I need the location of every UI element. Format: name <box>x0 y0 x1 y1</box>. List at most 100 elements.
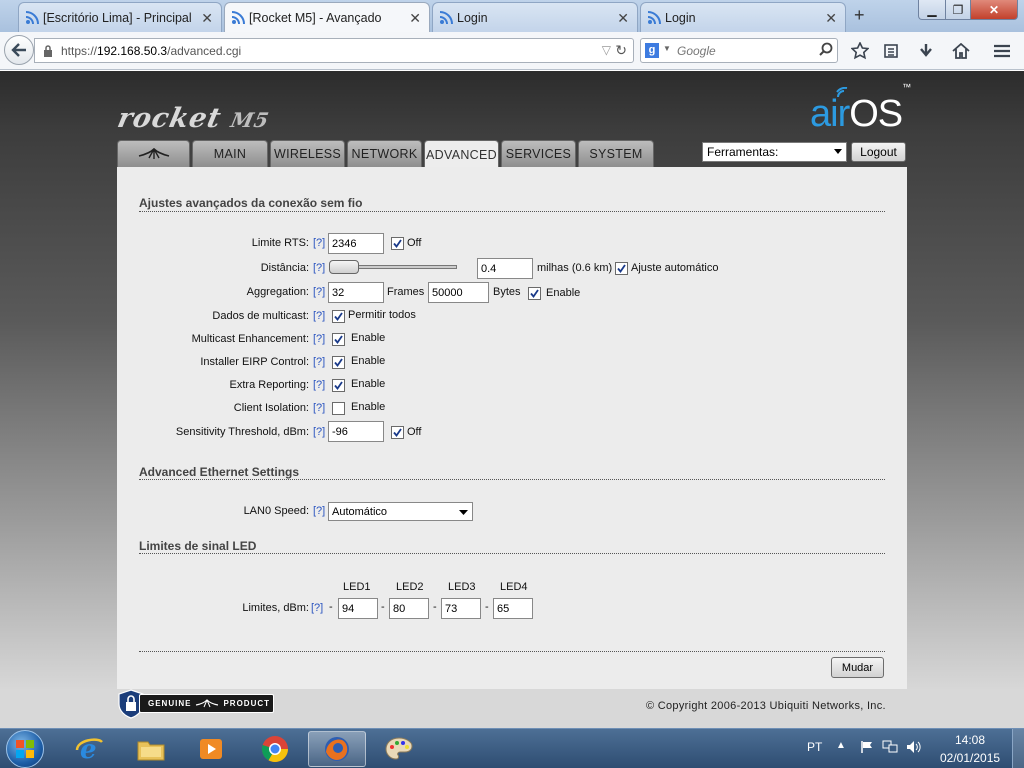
multicast-enhancement-help-link[interactable]: [?] <box>313 333 325 345</box>
airos-logo: airOS™ <box>810 82 911 135</box>
show-desktop-button[interactable] <box>1012 729 1024 768</box>
close-icon[interactable]: ✕ <box>825 10 837 27</box>
aggregation-frames-input[interactable]: 32 <box>328 282 384 303</box>
multicast-data-help-link[interactable]: [?] <box>313 310 325 322</box>
client-isolation-label: Client Isolation: <box>233 402 309 414</box>
tools-select-value: Ferramentas: <box>707 145 779 159</box>
led2-input[interactable]: 80 <box>389 598 429 619</box>
tab-main[interactable]: MAIN <box>192 140 268 167</box>
extra-reporting-label: Extra Reporting: <box>229 379 309 391</box>
content-panel: Ajustes avançados da conexão sem fio Lim… <box>117 167 907 689</box>
taskbar-file-explorer[interactable] <box>122 731 180 767</box>
led3-input[interactable]: 73 <box>441 598 481 619</box>
client-isolation-option: Enable <box>351 401 386 413</box>
url-bar[interactable]: https://192.168.50.3/advanced.cgi ▽ ↻ <box>34 38 634 63</box>
browser-tab-bar: [Escritório Lima] - Principal ✕ [Rocket … <box>0 0 1024 33</box>
language-indicator[interactable]: PT <box>807 740 822 754</box>
clock-date[interactable]: 02/01/2015 <box>940 751 1000 765</box>
flag-icon[interactable] <box>860 740 874 754</box>
tab-services[interactable]: SERVICES <box>501 140 576 167</box>
bookmarks-list-icon[interactable] <box>881 41 901 61</box>
rts-help-link[interactable]: [?] <box>313 237 325 249</box>
clock-time[interactable]: 14:08 <box>955 733 985 747</box>
distance-help-link[interactable]: [?] <box>313 262 325 274</box>
sensitivity-off-checkbox[interactable] <box>391 426 404 439</box>
rts-off-label: Off <box>407 237 422 249</box>
aggregation-help-link[interactable]: [?] <box>313 286 325 298</box>
search-icon[interactable] <box>819 42 833 56</box>
tab-ubnt-home[interactable] <box>117 140 190 167</box>
taskbar-media-player[interactable] <box>182 731 240 767</box>
close-icon[interactable]: ✕ <box>409 10 421 27</box>
taskbar-internet-explorer[interactable]: e <box>60 731 118 767</box>
chrome-icon <box>261 736 289 763</box>
check-icon <box>393 239 402 248</box>
back-button[interactable] <box>4 35 34 65</box>
led4-input[interactable]: 65 <box>493 598 533 619</box>
section-divider <box>139 479 885 480</box>
installer-eirp-checkbox[interactable] <box>332 356 345 369</box>
distance-input[interactable]: 0.4 <box>477 258 533 279</box>
start-button[interactable] <box>6 730 44 768</box>
tab-network[interactable]: NETWORK <box>347 140 422 167</box>
download-icon[interactable] <box>916 41 936 61</box>
lan0-speed-value: Automático <box>332 505 388 518</box>
close-window-icon[interactable]: ✕ <box>970 0 1018 20</box>
logout-button[interactable]: Logout <box>851 142 906 162</box>
led1-input[interactable]: 94 <box>338 598 378 619</box>
airos-page: rocket M5 airOS™ MAIN WIRELESS NETWORK A… <box>0 71 1024 728</box>
aggregation-enable-label: Enable <box>546 287 581 299</box>
installer-eirp-help-link[interactable]: [?] <box>313 356 325 368</box>
lock-icon <box>43 45 53 57</box>
network-icon[interactable] <box>882 740 898 754</box>
extra-reporting-checkbox[interactable] <box>332 379 345 392</box>
auto-adjust-checkbox[interactable] <box>615 262 628 275</box>
new-tab-icon[interactable]: + <box>854 5 865 26</box>
installer-eirp-option: Enable <box>351 355 386 367</box>
check-icon <box>617 264 626 273</box>
home-icon[interactable] <box>951 41 971 61</box>
sensitivity-input[interactable]: -96 <box>328 421 384 442</box>
rss-icon <box>231 11 245 25</box>
apply-button[interactable]: Mudar <box>831 657 884 678</box>
browser-tab-login-1[interactable]: Login ✕ <box>432 2 638 32</box>
tab-advanced[interactable]: ADVANCED <box>424 140 499 168</box>
dropdown-arrow-icon[interactable]: ▽ <box>602 43 611 57</box>
multicast-data-checkbox[interactable] <box>332 310 345 323</box>
menu-icon[interactable] <box>992 41 1012 61</box>
search-input[interactable]: g ▼ Google <box>640 38 838 63</box>
sensitivity-help-link[interactable]: [?] <box>313 426 325 438</box>
rts-input[interactable]: 2346 <box>328 233 384 254</box>
reload-icon[interactable]: ↻ <box>615 42 627 59</box>
browser-tab-principal[interactable]: [Escritório Lima] - Principal ✕ <box>18 2 222 32</box>
lan0-speed-help-link[interactable]: [?] <box>313 505 325 517</box>
rss-icon <box>25 11 39 25</box>
close-icon[interactable]: ✕ <box>201 10 213 27</box>
extra-reporting-help-link[interactable]: [?] <box>313 379 325 391</box>
taskbar-chrome[interactable] <box>246 731 304 767</box>
distance-label: Distância: <box>260 262 309 274</box>
client-isolation-checkbox[interactable] <box>332 402 345 415</box>
tab-wireless[interactable]: WIRELESS <box>270 140 345 167</box>
taskbar-paint[interactable] <box>370 731 428 767</box>
multicast-enhancement-checkbox[interactable] <box>332 333 345 346</box>
tab-system[interactable]: SYSTEM <box>578 140 654 167</box>
aggregation-bytes-input[interactable]: 50000 <box>428 282 489 303</box>
close-icon[interactable]: ✕ <box>617 10 629 27</box>
lan0-speed-select[interactable]: Automático <box>328 502 473 521</box>
tools-select[interactable]: Ferramentas: <box>702 142 847 162</box>
slider-handle[interactable] <box>329 260 359 274</box>
bookmark-star-icon[interactable] <box>850 41 870 61</box>
distance-slider[interactable] <box>329 260 457 274</box>
client-isolation-help-link[interactable]: [?] <box>313 402 325 414</box>
led-limits-help-link[interactable]: [?] <box>311 602 323 614</box>
rts-off-checkbox[interactable] <box>391 237 404 250</box>
aggregation-enable-checkbox[interactable] <box>528 287 541 300</box>
show-hidden-icons[interactable]: ▲ <box>836 740 846 751</box>
browser-tab-login-2[interactable]: Login ✕ <box>640 2 846 32</box>
taskbar-firefox[interactable] <box>308 731 366 767</box>
minimize-icon[interactable]: ▁ <box>918 0 946 20</box>
volume-icon[interactable] <box>906 740 922 754</box>
browser-tab-avancado[interactable]: [Rocket M5] - Avançado ✕ <box>224 2 430 33</box>
restore-icon[interactable]: ❐ <box>945 0 971 20</box>
